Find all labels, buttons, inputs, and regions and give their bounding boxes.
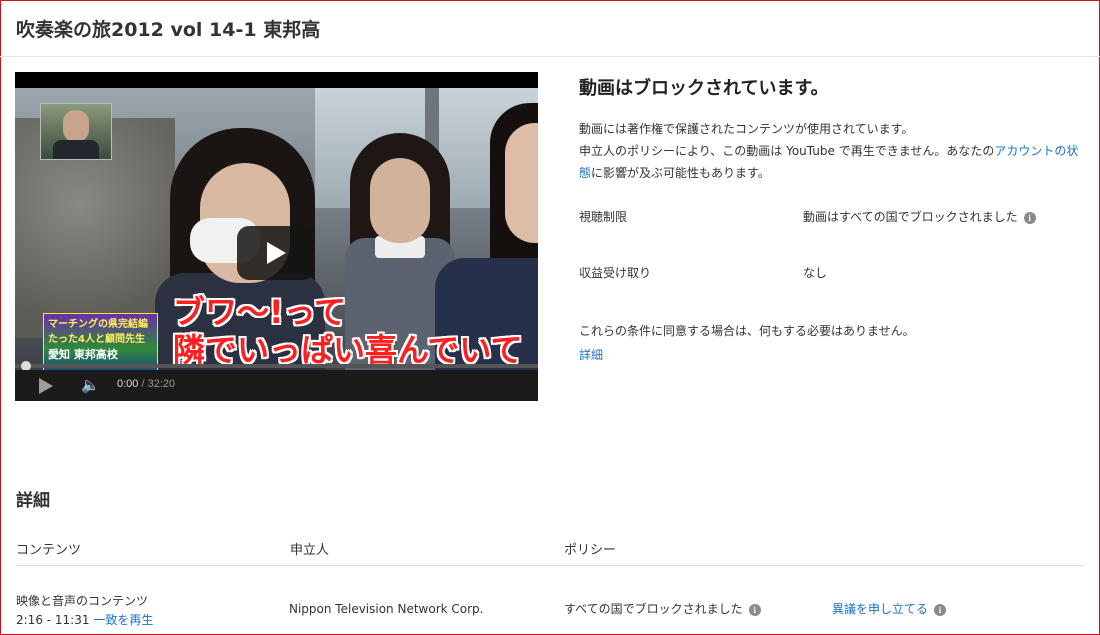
- player-controls: 🔈 0:00 / 32:20: [15, 370, 538, 401]
- time-display: 0:00 / 32:20: [117, 378, 175, 390]
- info-icon[interactable]: i: [748, 603, 761, 616]
- program-badge: マーチングの県完結編 たった4人と顧問先生 愛知 東邦高校: [43, 313, 158, 378]
- time-current: 0:00: [117, 378, 139, 390]
- block-heading: 動画はブロックされています。: [579, 78, 829, 99]
- page-title: 吹奏楽の旅2012 vol 14-1 東邦高: [16, 19, 321, 41]
- column-header-claimant: 申立人: [290, 543, 330, 558]
- content-time-range: 2:16 - 11:31 一致を再生: [16, 611, 153, 628]
- desc-line-2: 申立人のポリシーにより、この動画は YouTube で再生できません。あなたのア…: [579, 140, 1084, 184]
- time-total: 32:20: [147, 378, 176, 390]
- monetization-label: 収益受け取り: [579, 266, 652, 280]
- badge-line-1: マーチングの県完結編: [48, 319, 148, 330]
- monetization-value: なし: [803, 266, 828, 280]
- column-header-policy: ポリシー: [564, 543, 617, 558]
- video-caption: ブワ〜!って 隣でいっぱい喜んでいて: [173, 293, 522, 369]
- restriction-label: 視聴制限: [579, 210, 628, 224]
- desc-prefix: 申立人のポリシーにより、この動画は YouTube で再生できません。あなたの: [579, 144, 995, 158]
- control-play-icon[interactable]: [39, 378, 53, 394]
- student-2-face: [370, 158, 430, 243]
- block-description: 動画には著作権で保護されたコンテンツが使用されています。 申立人のポリシーにより…: [579, 118, 1084, 184]
- big-play-button[interactable]: [237, 226, 315, 280]
- details-title: 詳細: [16, 491, 50, 511]
- play-icon: [267, 242, 286, 264]
- info-icon[interactable]: i: [1023, 211, 1036, 224]
- desc-line-1: 動画には著作権で保護されたコンテンツが使用されています。: [579, 122, 914, 136]
- content-type: 映像と音声のコンテンツ: [16, 594, 149, 608]
- dispute-cell: 異議を申し立てる i: [832, 600, 947, 617]
- learn-more-link[interactable]: 詳細: [579, 346, 603, 363]
- volume-icon[interactable]: 🔈: [81, 377, 100, 393]
- desc-suffix: に影響が及ぶ可能性もあります。: [591, 166, 770, 180]
- table-divider: [15, 565, 1085, 566]
- time-range: 2:16 - 11:31: [16, 613, 90, 627]
- progress-bar[interactable]: [15, 364, 538, 368]
- presenter-face: [63, 110, 89, 142]
- restriction-value: 動画はすべての国でブロックされました i: [803, 208, 1036, 225]
- time-separator: /: [138, 378, 148, 390]
- restriction-value-text: 動画はすべての国でブロックされました: [803, 210, 1018, 224]
- block-info-panel: 動画はブロックされています。 動画には著作権で保護されたコンテンツが使用されてい…: [579, 74, 1084, 362]
- claimant-name: Nippon Television Network Corp.: [289, 602, 484, 616]
- presenter-body: [53, 140, 99, 159]
- column-header-content: コンテンツ: [16, 543, 82, 558]
- caption-line-1: ブワ〜!って: [173, 293, 346, 331]
- info-icon[interactable]: i: [934, 603, 947, 616]
- dispute-link[interactable]: 異議を申し立てる: [832, 602, 928, 616]
- video-frame[interactable]: マーチングの県完結編 たった4人と顧問先生 愛知 東邦高校 ブワ〜!って 隣でい…: [15, 88, 538, 378]
- video-player[interactable]: マーチングの県完結編 たった4人と顧問先生 愛知 東邦高校 ブワ〜!って 隣でい…: [15, 72, 538, 401]
- policy-text: すべての国でブロックされました: [564, 602, 743, 616]
- student-3-face: [505, 123, 538, 243]
- badge-line-3: 愛知 東邦高校: [48, 348, 118, 361]
- play-match-link[interactable]: 一致を再生: [93, 613, 153, 627]
- badge-line-2: たった4人と顧問先生: [48, 334, 145, 345]
- policy-cell: すべての国でブロックされました i: [564, 600, 761, 617]
- title-bar: 吹奏楽の旅2012 vol 14-1 東邦高: [0, 0, 1100, 57]
- conditions-text: これらの条件に同意する場合は、何もする必要はありません。: [579, 324, 915, 338]
- presenter-inset: [40, 103, 112, 160]
